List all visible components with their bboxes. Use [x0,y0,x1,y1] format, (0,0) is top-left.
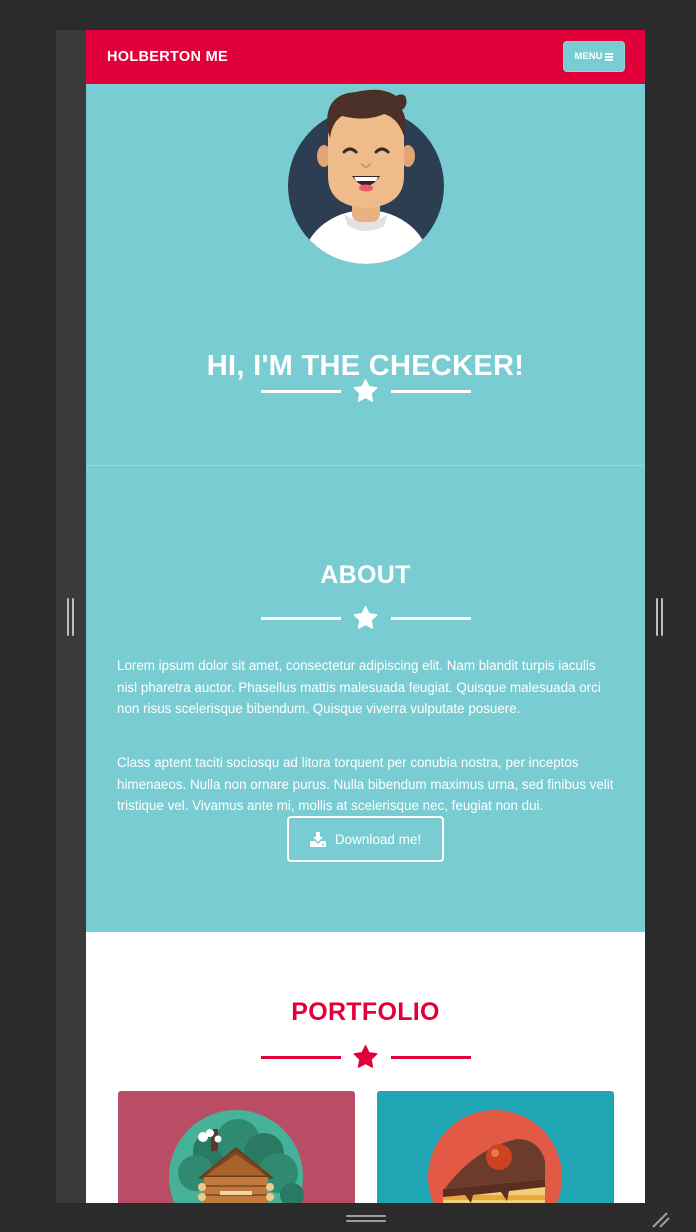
hero-star-divider [261,377,471,405]
about-star-divider [261,604,471,632]
star-icon [353,606,378,629]
portfolio-item-cabin[interactable] [118,1091,355,1203]
navbar: HOLBERTON ME MENU [86,30,645,84]
portfolio-item-cake[interactable] [377,1091,614,1203]
resize-handle-right[interactable] [655,598,665,636]
download-icon [309,831,326,847]
about-paragraph-1: Lorem ipsum dolor sit amet, consectetur … [117,658,601,716]
menu-button[interactable]: MENU [563,41,625,72]
navbar-brand[interactable]: HOLBERTON ME [107,49,228,65]
hamburger-icon [605,53,614,61]
download-button[interactable]: Download me! [287,816,444,862]
menu-label: MENU [574,51,603,62]
about-paragraph-2: Class aptent taciti sociosqu ad litora t… [117,755,614,813]
resize-corner-icon[interactable] [650,1208,672,1230]
download-label: Download me! [334,831,422,847]
portfolio-section: PORTFOLIO [86,932,645,1203]
avatar-illustration [288,89,444,264]
hero-section: HI, I'M THE CHECKER! [86,84,645,465]
about-section: ABOUT Lorem ipsum dolor sit amet, consec… [86,466,645,932]
portfolio-title: PORTFOLIO [291,998,440,1026]
portfolio-star-divider [261,1043,471,1071]
resize-handle-bottom[interactable] [346,1214,386,1224]
cabin-icon [169,1110,304,1203]
about-title: ABOUT [320,561,411,589]
resize-handle-left[interactable] [66,598,76,636]
star-icon [353,1045,378,1068]
cake-icon [428,1110,562,1203]
page-viewport: HOLBERTON ME MENU HI, I'M THE CHECKER! A… [86,30,645,1203]
star-icon [353,379,378,402]
